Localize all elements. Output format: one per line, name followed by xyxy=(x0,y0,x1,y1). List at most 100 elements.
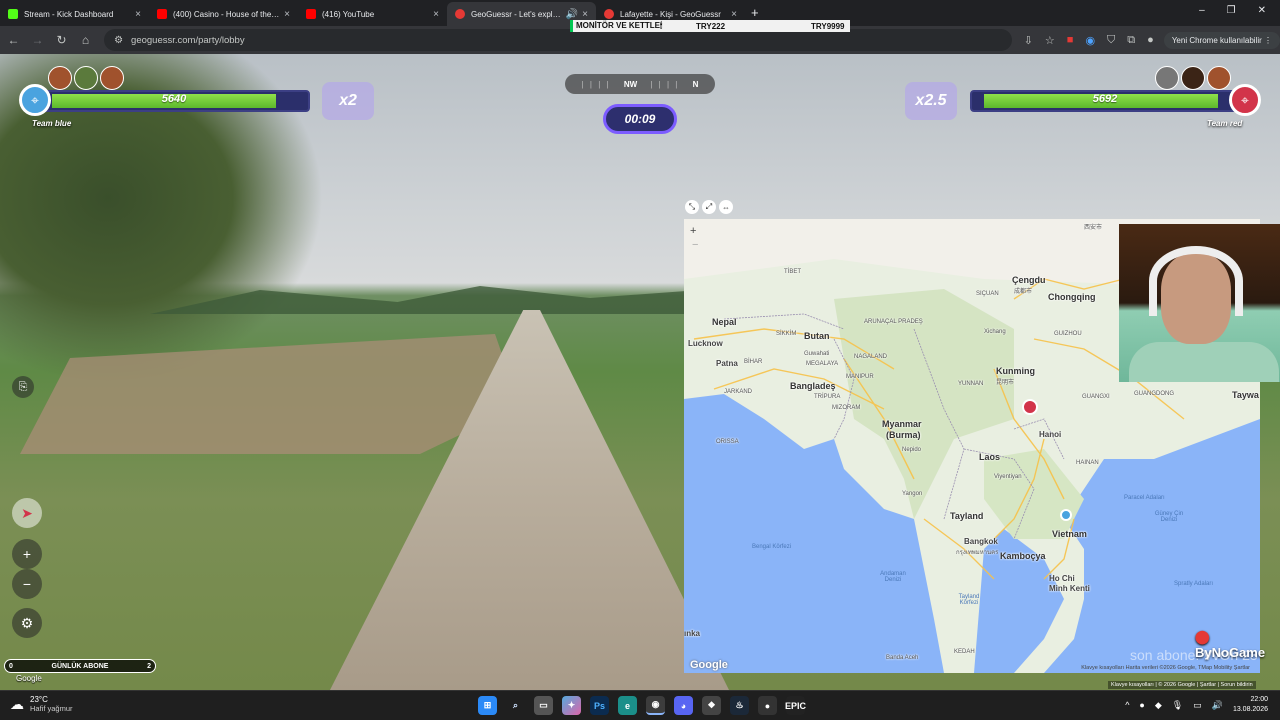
obs-icon[interactable]: ● xyxy=(758,696,777,715)
guess-marker-blue[interactable] xyxy=(1060,509,1072,521)
shield-icon[interactable]: ⛉ xyxy=(1107,34,1115,47)
install-icon[interactable]: ⇩ xyxy=(1024,34,1033,47)
tab-casino[interactable]: (400) Casino - House of the Ri × xyxy=(149,2,298,26)
zoom-in-button[interactable]: + xyxy=(12,539,42,569)
geoguessr-icon xyxy=(604,9,614,19)
tray-chevron-icon[interactable]: ^ xyxy=(1125,700,1129,710)
home-icon[interactable]: ⌂ xyxy=(75,33,96,47)
extensions-puzzle-icon[interactable]: ⧉ xyxy=(1127,34,1135,47)
compass-ticks: | | | | xyxy=(650,79,680,89)
speaker-icon[interactable]: 🔊 xyxy=(566,9,578,20)
label-spratly: Spratly Adaları xyxy=(1174,581,1214,587)
label-chengdu: Çengdu xyxy=(1012,275,1046,285)
new-tab-button[interactable]: + xyxy=(751,5,759,20)
zoom-out-button[interactable]: − xyxy=(12,569,42,599)
edge-icon[interactable]: e xyxy=(618,696,637,715)
ticker-price1: TRY222 xyxy=(696,21,726,31)
discord-icon[interactable]: ◕ xyxy=(674,696,693,715)
map-expand-icon[interactable]: ⤡ xyxy=(685,200,699,214)
label-hainan: HAINAN xyxy=(1076,460,1099,466)
panorama-footer: Klavye kısayolları | © 2026 Google | Şar… xyxy=(1108,681,1256,689)
reload-icon[interactable]: ↻ xyxy=(51,33,72,47)
close-icon[interactable]: × xyxy=(582,9,588,20)
close-window-button[interactable]: ✕ xyxy=(1258,5,1266,16)
compass-next: N xyxy=(692,79,699,89)
weather-widget[interactable]: ☁ 23°C Hafif yağmur xyxy=(10,695,73,713)
label-sikkim: SİKKİM xyxy=(776,331,797,337)
epic-games-icon[interactable]: EPIC xyxy=(785,696,806,715)
photoshop-icon[interactable]: Ps xyxy=(590,696,609,715)
windows-start-icon[interactable]: ⊞ xyxy=(478,696,497,715)
update-label: Yeni Chrome kullanılabilir xyxy=(1171,35,1262,45)
tab-title: (416) YouTube xyxy=(322,9,375,19)
volume-icon[interactable]: 🔊 xyxy=(1212,700,1223,711)
shirt xyxy=(1129,342,1279,382)
map-pin-icon[interactable]: ⇔ xyxy=(719,200,733,214)
label-bangkok-th: กรุงเทพมหานคร xyxy=(956,550,999,556)
forward-icon[interactable]: → xyxy=(27,33,48,47)
url-text: geoguessr.com/party/lobby xyxy=(131,34,245,46)
label-nepido: Nepido xyxy=(902,447,922,453)
close-icon[interactable]: × xyxy=(284,9,290,20)
youtube-icon xyxy=(157,9,167,19)
settings-gear-icon[interactable]: ⚙ xyxy=(12,608,42,638)
compass-heading: NW xyxy=(623,79,638,89)
subs-label: GÜNLÜK ABONE xyxy=(51,662,109,670)
address-bar[interactable]: ⚙ geoguessr.com/party/lobby xyxy=(104,29,1012,51)
close-icon[interactable]: × xyxy=(433,9,439,20)
extension-icon[interactable]: ■ xyxy=(1067,34,1074,46)
tray-app-icon[interactable]: ● xyxy=(1139,700,1144,710)
file-explorer-icon[interactable]: ▭ xyxy=(534,696,553,715)
steam-icon[interactable]: ♨ xyxy=(730,696,749,715)
ticker-price2: TRY9999 xyxy=(811,21,845,31)
label-tayland: Tayland xyxy=(950,511,984,521)
label-kedah: KEDAH xyxy=(954,649,975,655)
tray-app-icon[interactable]: ◆ xyxy=(1155,700,1162,711)
copilot-icon[interactable]: ✦ xyxy=(562,696,581,715)
close-icon[interactable]: × xyxy=(135,9,141,20)
label-sichuan: SIÇUAN xyxy=(976,291,999,297)
map-zoom-in[interactable]: + xyxy=(690,225,696,237)
profile-avatar[interactable]: ● xyxy=(1147,34,1154,46)
tab-youtube[interactable]: (416) YouTube × xyxy=(298,2,447,26)
label-vientiane: Viyentiyan xyxy=(994,474,1022,480)
report-icon[interactable]: ⎘ xyxy=(12,376,34,398)
subs-right: 2 xyxy=(147,662,151,670)
clock[interactable]: 22:00 13.08.2026 xyxy=(1233,695,1268,715)
close-icon[interactable]: × xyxy=(731,9,737,20)
audio-icon[interactable]: ◉ xyxy=(1085,34,1095,47)
mic-icon[interactable]: 🎙 xyxy=(1172,700,1183,711)
minimize-button[interactable]: – xyxy=(1199,5,1205,16)
system-tray: ^ ● ◆ 🎙 ▭ 🔊 22:00 13.08.2026 xyxy=(1125,695,1268,715)
map-shrink-icon[interactable]: ⤢ xyxy=(702,200,716,214)
map-tools: ⤡ ⤢ ⇔ xyxy=(685,200,733,214)
map-zoom-out[interactable]: − xyxy=(692,239,698,251)
compass-ticks: | | | | xyxy=(581,79,611,89)
team-blue-bar: 5640 xyxy=(38,90,310,112)
tab-title: (400) Casino - House of the Ri xyxy=(173,9,281,19)
label-jharkand: JARKAND xyxy=(724,389,753,395)
tab-kick[interactable]: Stream - Kick Dashboard × xyxy=(0,2,149,26)
search-icon[interactable]: ⌕ xyxy=(506,696,525,715)
team-blue-pin-icon: ⌖ xyxy=(19,84,51,116)
label-guangxi: GUANGXI xyxy=(1082,394,1110,400)
maximize-button[interactable]: ❐ xyxy=(1227,5,1236,16)
chrome-icon[interactable]: ◉ xyxy=(646,696,665,715)
back-icon[interactable]: ← xyxy=(3,33,24,47)
site-info-icon[interactable]: ⚙ xyxy=(114,35,123,46)
network-icon[interactable]: ▭ xyxy=(1193,700,1202,711)
label-guizhou: GUIZHOU xyxy=(1054,331,1082,337)
avatar xyxy=(74,66,98,90)
guess-marker-red[interactable] xyxy=(1022,399,1038,415)
compass-rose-icon[interactable]: ➤ xyxy=(12,498,42,528)
bynogame-icon: ⬤ xyxy=(1195,629,1210,644)
app-icon[interactable]: ❖ xyxy=(702,696,721,715)
label-hochi: Ho Chi xyxy=(1049,574,1075,583)
team-red-avatars xyxy=(1155,66,1231,90)
bookmark-star-icon[interactable]: ☆ xyxy=(1045,34,1055,47)
team-blue-multiplier: x2 xyxy=(322,82,374,120)
team-blue-avatars xyxy=(48,66,124,90)
update-chrome-button[interactable]: Yeni Chrome kullanılabilir ⋮ xyxy=(1163,31,1280,49)
streetview-panorama[interactable]: 5640 ⌖ Team blue x2 5692 ⌖ Team red x2.5… xyxy=(0,54,1280,690)
avatar xyxy=(48,66,72,90)
